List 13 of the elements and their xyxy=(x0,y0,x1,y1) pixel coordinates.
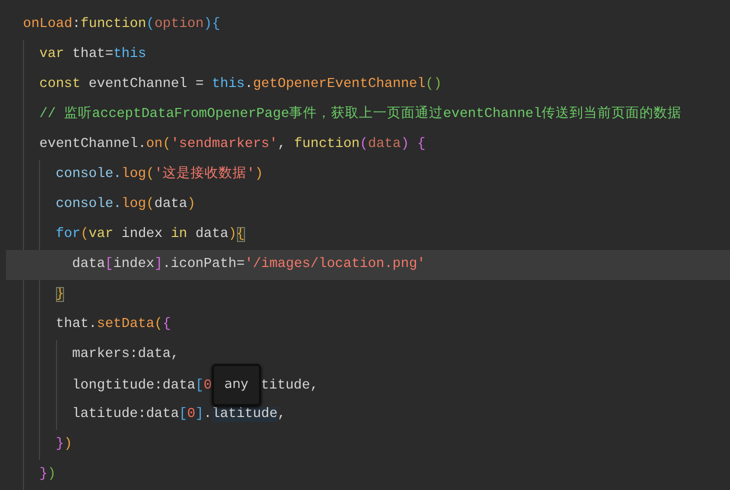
code-line: onLoad:function(option){ xyxy=(23,16,222,34)
code-line: eventChannel.on('sendmarkers', function(data) { xyxy=(39,136,426,154)
code-line: latitude:data[0].latitude, xyxy=(72,406,287,424)
code-line: markers:data, xyxy=(72,346,180,364)
code-line: }) xyxy=(39,466,57,484)
code-line: console.log('这是接收数据') xyxy=(56,164,264,184)
type-tooltip: any xyxy=(212,364,261,406)
code-line: var that=this xyxy=(39,46,148,64)
code-line: that.setData({ xyxy=(56,316,172,334)
code-line: // 监听acceptDataFromOpenerPage事件，获取上一页面通过eventChannel传送到当前页面的数据 xyxy=(39,104,683,124)
code-line: console.log(data) xyxy=(56,196,196,214)
code-line: const eventChannel = this.getOpenerEventChannel() xyxy=(39,76,443,94)
code-line: }) xyxy=(56,436,74,454)
